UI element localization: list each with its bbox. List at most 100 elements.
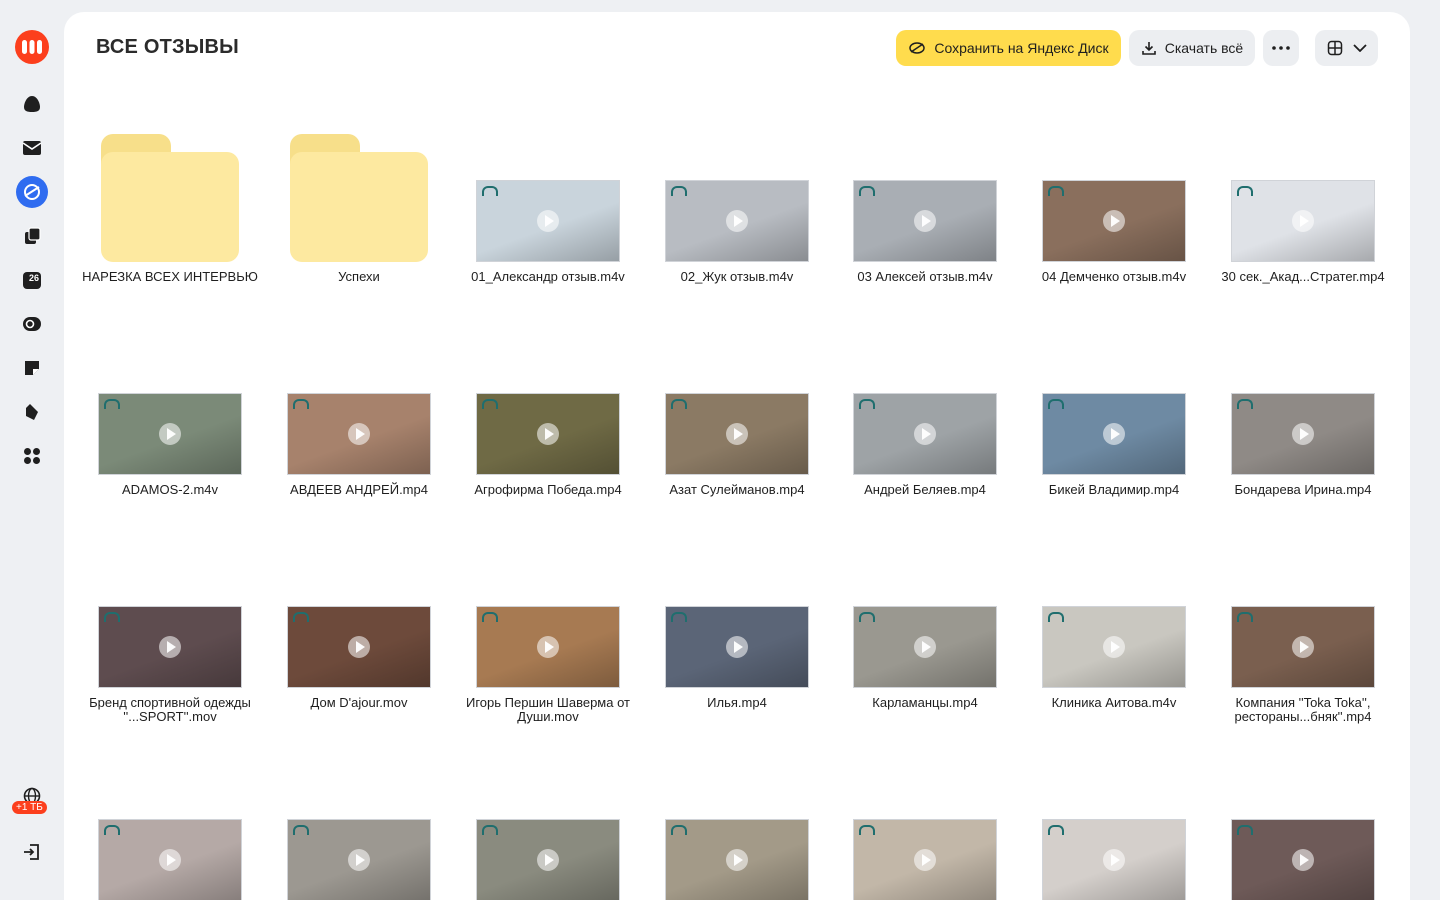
video-file-item[interactable]: Азат Сулейманов.mp4 (652, 313, 822, 503)
video-file-item[interactable]: АВДЕЕВ АНДРЕЙ.mp4 (274, 313, 444, 503)
thumbnail-wrapper (463, 100, 633, 262)
messenger-icon[interactable] (16, 396, 48, 428)
video-thumbnail (853, 180, 997, 262)
video-file-item[interactable]: Игорь Першин Шаверма от Души.mov (463, 526, 633, 724)
thumbnail-wrapper (274, 526, 444, 688)
video-file-item[interactable]: Сеть (1029, 739, 1199, 900)
watermark-logo-icon (104, 825, 120, 835)
video-file-item[interactable]: Карламанцы.mp4 (840, 526, 1010, 716)
video-thumbnail (665, 606, 809, 688)
watermark-logo-icon (1048, 612, 1064, 622)
video-file-item[interactable]: ЦЕНТР БУБНОВСКИЙ (1218, 739, 1388, 900)
mail-icon[interactable] (16, 132, 48, 164)
video-thumbnail (665, 393, 809, 475)
video-file-item[interactable]: 01_Александр отзыв.m4v (463, 100, 633, 290)
watermark-logo-icon (104, 612, 120, 622)
video-thumbnail (287, 819, 431, 900)
watermark-logo-icon (859, 612, 875, 622)
thumbnail-wrapper (840, 739, 1010, 900)
telemost-icon[interactable] (16, 308, 48, 340)
video-thumbnail (287, 606, 431, 688)
folder-item[interactable]: НАРЕЗКА ВСЕХ ИНТЕРВЬЮ (82, 100, 258, 290)
storage-badge[interactable]: +1 ТБ (12, 801, 47, 814)
folder-item[interactable]: Успехи (274, 100, 444, 290)
video-thumbnail (665, 180, 809, 262)
video-file-item[interactable]: Дом D'ajour.mov (274, 526, 444, 716)
video-thumbnail (476, 180, 620, 262)
video-thumbnail (1231, 393, 1375, 475)
video-file-item[interactable]: Агрофирма Победа.mp4 (463, 313, 633, 503)
thumbnail-wrapper (85, 100, 255, 262)
file-name-label: НАРЕЗКА ВСЕХ ИНТЕРВЬЮ (82, 269, 258, 284)
video-file-item[interactable]: 04 Демченко отзыв.m4v (1029, 100, 1199, 290)
play-icon (537, 849, 559, 871)
video-file-item[interactable]: Бикей Владимир.mp4 (1029, 313, 1199, 503)
file-name-label: Дом D'ajour.mov (310, 695, 408, 710)
file-name-label: Компания ''Toka Toka'', рестораны...бняк… (1234, 695, 1372, 724)
video-file-item[interactable]: Михаил.mp4 (463, 739, 633, 900)
watermark-logo-icon (1048, 399, 1064, 409)
play-icon (1292, 636, 1314, 658)
thumbnail-wrapper (1218, 526, 1388, 688)
thumbnail-wrapper (1029, 526, 1199, 688)
file-name-label: Бренд спортивной одежды ''...SPORT''.mov (89, 695, 251, 724)
watermark-logo-icon (1237, 399, 1253, 409)
file-name-label: АВДЕЕВ АНДРЕЙ.mp4 (290, 482, 428, 497)
main-panel: ВСЕ ОТЗЫВЫ Сохранить на Яндекс Диск Скач… (64, 12, 1410, 900)
sidebar: 26 +1 ТБ (0, 0, 64, 900)
watermark-logo-icon (482, 825, 498, 835)
video-file-item[interactable]: Андрей Беляев.mp4 (840, 313, 1010, 503)
notes-icon[interactable] (16, 352, 48, 384)
watermark-logo-icon (671, 399, 687, 409)
play-icon (348, 636, 370, 658)
watermark-logo-icon (671, 825, 687, 835)
video-file-item[interactable]: Макс Кузнецов.mp4 (274, 739, 444, 900)
video-file-item[interactable]: Бондарева Ирина.mp4 (1218, 313, 1388, 503)
thumbnail-wrapper (1218, 739, 1388, 900)
yandex-logo-icon[interactable] (15, 30, 49, 64)
video-file-item[interactable]: 02_Жук отзыв.m4v (652, 100, 822, 290)
thumbnail-wrapper (85, 526, 255, 688)
watermark-logo-icon (482, 612, 498, 622)
thumbnail-wrapper (652, 526, 822, 688)
video-file-item[interactable]: Бренд спортивной одежды ''...SPORT''.mov (85, 526, 255, 724)
video-file-item[interactable]: Роман.mp4 (840, 739, 1010, 900)
video-file-item[interactable]: 03 Алексей отзыв.m4v (840, 100, 1010, 290)
play-icon (726, 636, 748, 658)
file-name-label: Бондарева Ирина.mp4 (1234, 482, 1372, 497)
watermark-logo-icon (671, 186, 687, 196)
video-thumbnail (476, 393, 620, 475)
logout-icon[interactable] (16, 836, 48, 868)
disk-icon[interactable] (16, 176, 48, 208)
apps-icon[interactable] (16, 440, 48, 472)
video-file-item[interactable]: 30 сек._Акад...Стратег.mp4 (1218, 100, 1388, 290)
watermark-logo-icon (859, 186, 875, 196)
docs-icon[interactable] (16, 220, 48, 252)
thumbnail-wrapper (85, 313, 255, 475)
file-name-label: Карламанцы.mp4 (872, 695, 978, 710)
play-icon (537, 636, 559, 658)
video-thumbnail (98, 393, 242, 475)
video-thumbnail (1042, 393, 1186, 475)
thumbnail-wrapper (652, 100, 822, 262)
play-icon (1103, 849, 1125, 871)
video-file-item[interactable]: Людмила Юнусова (85, 739, 255, 900)
video-thumbnail (98, 606, 242, 688)
cloud-icon[interactable] (16, 88, 48, 120)
video-thumbnail (853, 606, 997, 688)
watermark-logo-icon (859, 399, 875, 409)
watermark-logo-icon (293, 612, 309, 622)
play-icon (914, 636, 936, 658)
file-name-label: Бикей Владимир.mp4 (1048, 482, 1180, 497)
thumbnail-wrapper (274, 313, 444, 475)
play-icon (914, 210, 936, 232)
video-file-item[interactable]: Клиника Аитова.m4v (1029, 526, 1199, 716)
video-thumbnail (853, 393, 997, 475)
video-file-item[interactable]: НЕВУЛ СЕРВИС-2.m4v (652, 739, 822, 900)
video-thumbnail (476, 606, 620, 688)
video-file-item[interactable]: Компания ''Toka Toka'', рестораны...бняк… (1218, 526, 1388, 724)
video-file-item[interactable]: Илья.mp4 (652, 526, 822, 716)
file-name-label: Андрей Беляев.mp4 (864, 482, 986, 497)
file-name-label: Клиника Аитова.m4v (1051, 695, 1177, 710)
video-file-item[interactable]: ADAMOS-2.m4v (85, 313, 255, 503)
